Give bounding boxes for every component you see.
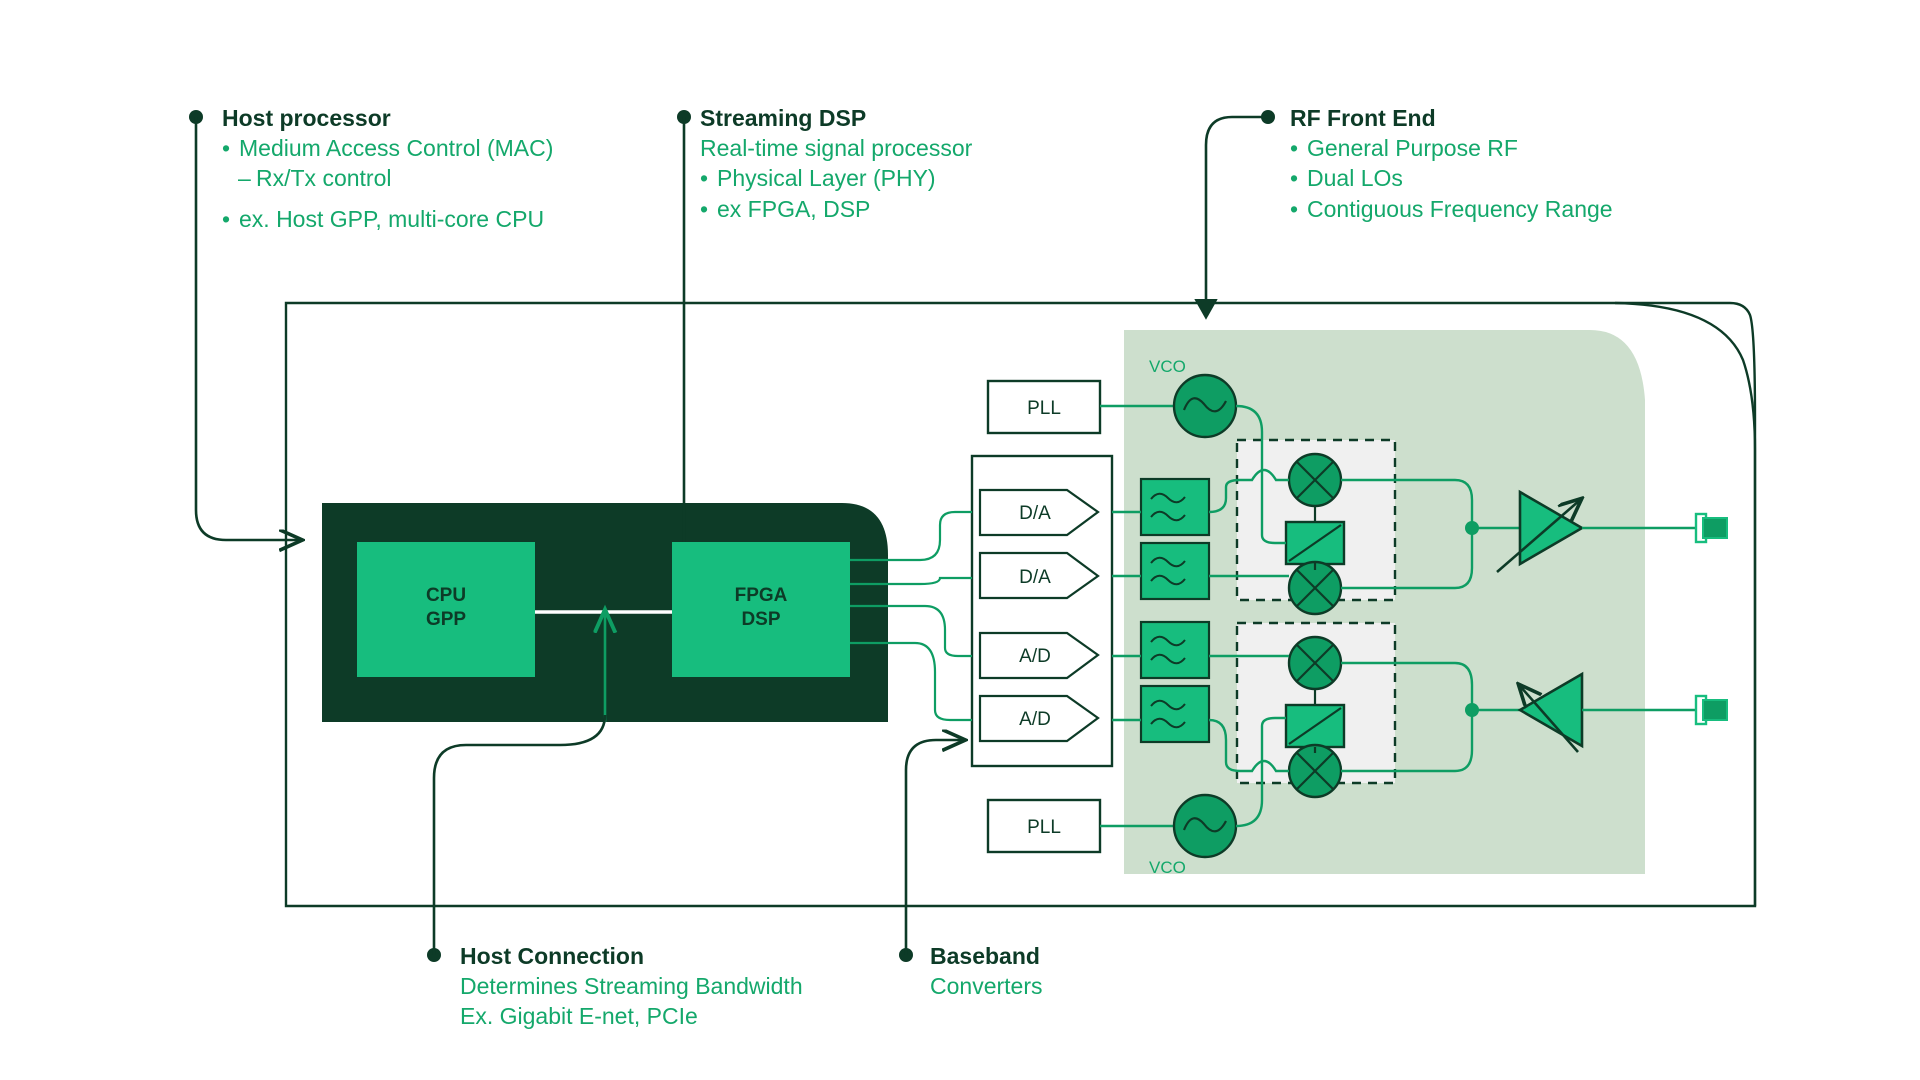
filter-rx-2[interactable] (1139, 684, 1211, 744)
pll-top-label: PLL (1027, 398, 1061, 419)
converter-label-dac-2: D/A (1019, 567, 1051, 588)
callout-line: Ex. Gigabit E-net, PCIe (460, 1003, 698, 1030)
callout-streaming-dsp: Streaming DSP Real-time signal processor… (700, 104, 972, 224)
filter-tx-2[interactable] (1139, 541, 1211, 601)
callout-rf-front-end: RF Front End General Purpose RF Dual LOs… (1290, 104, 1613, 224)
converter-label-dac-1: D/A (1019, 503, 1051, 524)
leader-rf-front-end (1194, 115, 1268, 320)
converter-label-adc-1: A/D (1019, 646, 1051, 667)
vco-top-label: VCO (1149, 357, 1186, 376)
callout-line: Converters (930, 972, 1043, 999)
callout-line: ex FPGA, DSP (700, 194, 972, 225)
filter-tx-1[interactable] (1139, 477, 1211, 537)
fpga-label-line2: DSP (741, 609, 780, 630)
callout-baseband: Baseband Converters (930, 942, 1042, 1001)
leader-baseband (904, 740, 963, 955)
callout-line: General Purpose RF (1290, 133, 1613, 164)
fpga-label-line1: FPGA (735, 585, 788, 606)
callout-title: RF Front End (1290, 105, 1436, 131)
vco-bottom-label: VCO (1149, 858, 1186, 877)
cpu-label-line2: GPP (426, 609, 466, 630)
leader-host-connection (432, 714, 607, 955)
callout-title: Host processor (222, 105, 391, 131)
callout-line: Determines Streaming Bandwidth (460, 972, 803, 999)
callout-title: Host Connection (460, 943, 644, 969)
callout-line: Rx/Tx control (222, 163, 553, 194)
diagram-canvas: CPU GPP FPGA DSP D/A D/A A/D A/D PLL PLL… (0, 0, 1920, 1080)
callout-title: Baseband (930, 943, 1040, 969)
callout-line: Dual LOs (1290, 163, 1613, 194)
pll-bottom-label: PLL (1027, 817, 1061, 838)
antenna-connector-icon[interactable] (1694, 694, 1728, 726)
cpu-label-line1: CPU (426, 585, 466, 606)
filter-rx-1[interactable] (1139, 620, 1211, 680)
antenna-connector-icon[interactable] (1694, 512, 1728, 544)
port-tx-body (1702, 517, 1728, 539)
callout-line: ex. Host GPP, multi-core CPU (222, 204, 553, 235)
callout-line: Real-time signal processor (700, 134, 973, 161)
converter-label-adc-2: A/D (1019, 709, 1051, 730)
callout-host-connection: Host Connection Determines Streaming Ban… (460, 942, 803, 1032)
callout-line: Medium Access Control (MAC) (222, 133, 553, 164)
callout-line: Physical Layer (PHY) (700, 163, 972, 194)
callout-host-processor: Host processor Medium Access Control (MA… (222, 104, 553, 234)
callout-line: Contiguous Frequency Range (1290, 194, 1613, 225)
callout-title: Streaming DSP (700, 105, 867, 131)
port-rx-body (1702, 699, 1728, 721)
